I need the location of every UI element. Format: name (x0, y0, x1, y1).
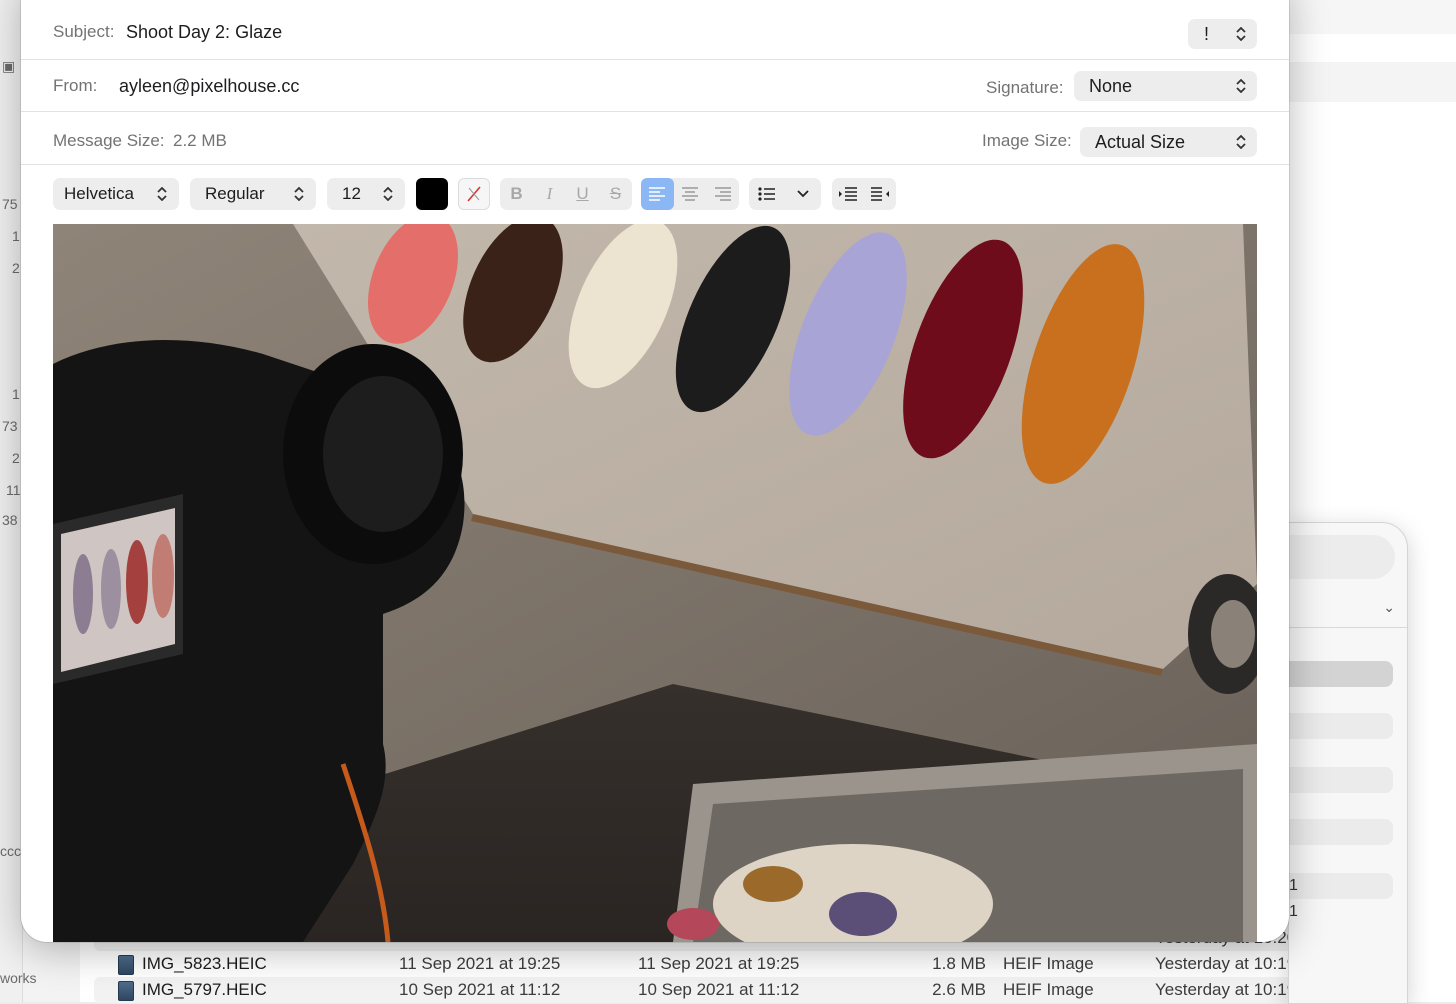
from-label: From: (53, 76, 98, 95)
file-modified: 10 Sep 2021 at 11:12 (638, 980, 800, 999)
from-field[interactable]: ayleen@pixelhouse.cc (119, 76, 299, 97)
align-right-icon[interactable] (706, 178, 739, 210)
from-row: From: ayleen@pixelhouse.cc Signature: No… (21, 59, 1289, 112)
priority-popup[interactable]: ! (1188, 19, 1257, 49)
subject-field[interactable]: Shoot Day 2: Glaze (126, 22, 282, 43)
bold-button[interactable]: B (500, 178, 533, 210)
italic-button[interactable]: I (533, 178, 566, 210)
table-row[interactable]: IMG_5823.HEIC 11 Sep 2021 at 19:25 11 Se… (94, 951, 1390, 977)
message-size-value: 2.2 MB (173, 131, 227, 150)
strikethrough-button[interactable]: S (599, 178, 632, 210)
left-number: 75 (2, 196, 18, 212)
align-center-icon[interactable] (674, 178, 707, 210)
message-size-label: Message Size: (53, 131, 165, 150)
up-down-arrows-icon (1235, 127, 1247, 157)
up-down-arrows-icon (156, 178, 168, 210)
indent-group (832, 178, 896, 210)
table-row[interactable]: IMG_5797.HEIC 10 Sep 2021 at 11:12 10 Se… (94, 977, 1390, 1003)
alignment-group (641, 178, 739, 210)
finder-right-toolbar (1288, 0, 1456, 35)
popover-row[interactable] (1289, 819, 1393, 845)
photo-glaze-swatches (53, 224, 1257, 942)
subject-row: Subject: Shoot Day 2: Glaze ! (21, 0, 1289, 60)
left-number: 1 (12, 228, 20, 244)
popover-row[interactable]: 1 (1289, 873, 1393, 899)
heic-file-icon (118, 981, 134, 1001)
text-color-swatch[interactable] (416, 178, 448, 210)
file-name: IMG_5823.HEIC (142, 954, 267, 973)
popover-search-field[interactable] (1289, 535, 1395, 579)
image-size-popup[interactable]: Actual Size (1080, 127, 1257, 157)
message-size-row: Message Size: 2.2 MB Image Size: Actual … (21, 111, 1289, 165)
file-date-added: Yesterday at 10:19 (1155, 954, 1297, 973)
side-popover: ⌄ 1 1 (1288, 522, 1408, 1004)
popover-row[interactable] (1289, 713, 1393, 739)
up-down-arrows-icon (382, 178, 394, 210)
popover-row[interactable]: 1 (1289, 899, 1393, 925)
signature-label: Signature: (986, 78, 1064, 97)
photo-attachment[interactable] (53, 224, 1257, 942)
signature-popup[interactable]: None (1074, 71, 1257, 101)
file-modified: 11 Sep 2021 at 19:25 (638, 954, 800, 973)
finder-header-stripe (1289, 62, 1456, 102)
font-style-popup[interactable]: Regular (190, 178, 316, 210)
left-number: 2 (12, 450, 20, 466)
popover-row[interactable] (1289, 661, 1393, 687)
divider (1289, 627, 1407, 628)
chevron-down-icon[interactable]: ⌄ (1383, 599, 1395, 616)
file-kind: HEIF Image (1003, 954, 1094, 973)
underline-button[interactable]: U (566, 178, 599, 210)
left-text: works (0, 970, 37, 986)
align-left-icon[interactable] (641, 178, 674, 210)
subject-label: Subject: (53, 22, 115, 41)
finder-left-column: ▣ 75 1 2 1 73 2 11 38 ccc works (0, 0, 37, 1002)
up-down-arrows-icon (1235, 71, 1247, 101)
image-size-label: Image Size: (982, 131, 1072, 150)
bulleted-list-icon (749, 178, 785, 210)
left-number: 38 (2, 512, 18, 528)
file-created: 11 Sep 2021 at 19:25 (399, 954, 561, 973)
file-date-added: Yesterday at 10:19 (1155, 980, 1297, 999)
list-popup[interactable] (749, 178, 821, 210)
left-number: 2 (12, 260, 20, 276)
compose-window: Subject: Shoot Day 2: Glaze ! From: ayle… (21, 0, 1289, 942)
decrease-indent-icon[interactable] (832, 178, 864, 210)
file-kind: HEIF Image (1003, 980, 1094, 999)
increase-indent-icon[interactable] (864, 178, 896, 210)
left-number: 1 (12, 386, 20, 402)
sidebar-toggle-icon[interactable]: ▣ (2, 58, 15, 75)
heic-file-icon (118, 955, 134, 975)
up-down-arrows-icon (1235, 19, 1247, 49)
text-style-group: B I U S (500, 178, 632, 210)
file-size: 1.8 MB (932, 954, 986, 973)
chevron-down-icon (785, 178, 821, 210)
format-toolbar: Helvetica Regular 12 B I U S (21, 178, 1289, 210)
file-created: 10 Sep 2021 at 11:12 (399, 980, 561, 999)
file-size: 2.6 MB (932, 980, 986, 999)
left-text: ccc (0, 843, 21, 859)
left-number: 73 (2, 418, 18, 434)
up-down-arrows-icon (293, 178, 305, 210)
font-family-popup[interactable]: Helvetica (53, 178, 179, 210)
no-background-color-icon[interactable] (458, 178, 490, 210)
font-size-popup[interactable]: 12 (327, 178, 405, 210)
file-name: IMG_5797.HEIC (142, 980, 267, 999)
left-number: 11 (6, 482, 21, 498)
popover-row[interactable] (1289, 767, 1393, 793)
